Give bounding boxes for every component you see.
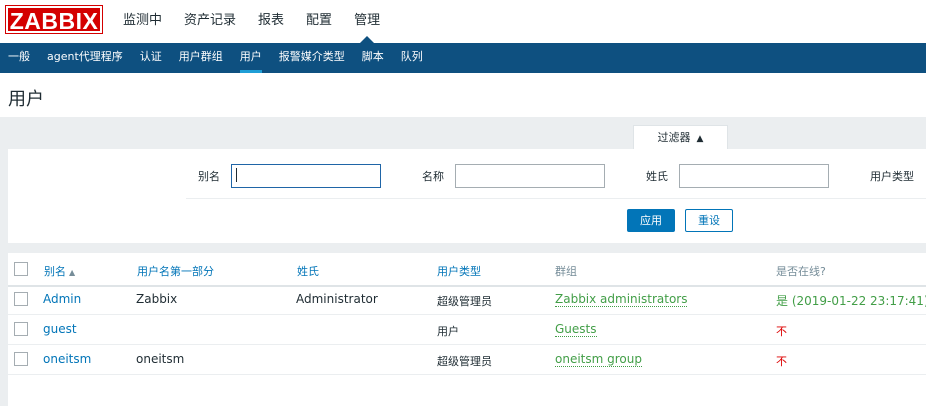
top-bar: ZABBIX 监测中 资产记录 报表 配置 管理 [0, 0, 926, 43]
sub-nav-scripts[interactable]: 脚本 [354, 43, 393, 73]
sub-nav-general[interactable]: 一般 [0, 43, 39, 73]
sub-nav: 一般 agent代理程序 认证 用户群组 用户 报警媒介类型 脚本 队列 [0, 43, 926, 73]
filter-alias-input[interactable] [231, 164, 381, 188]
sub-nav-user-groups[interactable]: 用户群组 [171, 43, 232, 73]
sort-asc-icon: ▲ [69, 268, 76, 277]
row-checkbox[interactable] [14, 292, 28, 306]
header-alias-label: 别名 [44, 265, 66, 278]
page-title: 用户 [8, 89, 44, 110]
zabbix-logo[interactable]: ZABBIX [5, 5, 103, 34]
user-alias-link[interactable]: Admin [43, 292, 81, 306]
users-table: 别名 ▲ 用户名第一部分 姓氏 用户类型 群组 是否在线? Admin Zabbi… [8, 253, 926, 406]
main-nav-monitoring[interactable]: 监测中 [112, 0, 173, 43]
sub-nav-proxies[interactable]: agent代理程序 [39, 43, 132, 73]
filter-surname-input[interactable] [679, 164, 829, 188]
user-surname: Administrator [296, 292, 378, 306]
header-surname[interactable]: 姓氏 [297, 263, 319, 279]
sub-nav-queue[interactable]: 队列 [393, 43, 432, 73]
user-alias-link[interactable]: guest [43, 322, 77, 336]
sub-nav-users[interactable]: 用户 [232, 43, 271, 73]
apply-button[interactable]: 应用 [627, 209, 675, 232]
main-nav-inventory[interactable]: 资产记录 [173, 0, 247, 43]
online-status: 是 (2019-01-22 23:17:41) [776, 294, 926, 308]
reset-button[interactable]: 重设 [685, 209, 733, 232]
user-alias-link[interactable]: oneitsm [43, 352, 91, 366]
user-name: oneitsm [136, 352, 185, 366]
row-checkbox[interactable] [14, 322, 28, 336]
user-group-link[interactable]: Zabbix administrators [555, 292, 688, 307]
user-type: 用户 [437, 325, 459, 338]
table-row: guest 用户 Guests 不 [8, 315, 926, 345]
sub-nav-authentication[interactable]: 认证 [132, 43, 171, 73]
text-caret [236, 168, 237, 182]
sub-nav-media-types[interactable]: 报警媒介类型 [271, 43, 354, 73]
user-name: Zabbix [136, 292, 178, 306]
table-row: Admin Zabbix Administrator 超级管理员 Zabbix … [8, 285, 926, 315]
filter-user-type-label: 用户类型 [870, 170, 914, 183]
user-type: 超级管理员 [437, 295, 492, 308]
page-header: 用户 [0, 73, 926, 117]
main-nav-administration[interactable]: 管理 [343, 0, 391, 43]
header-user-type[interactable]: 用户类型 [437, 263, 481, 279]
user-group-link[interactable]: oneitsm group [555, 352, 642, 367]
filter-tab[interactable]: 过滤器 ▲ [633, 125, 728, 150]
user-group-link[interactable]: Guests [555, 322, 597, 337]
filter-tab-label: 过滤器 [657, 131, 691, 144]
filter-surname-label: 姓氏 [646, 170, 668, 183]
header-online: 是否在线? [776, 265, 826, 278]
triangle-up-icon: ▲ [696, 134, 704, 144]
main-nav: 监测中 资产记录 报表 配置 管理 [112, 0, 391, 43]
filter-name-input[interactable] [455, 164, 605, 188]
main-nav-configuration[interactable]: 配置 [295, 0, 343, 43]
online-status: 不 [776, 325, 787, 338]
header-name[interactable]: 用户名第一部分 [137, 263, 214, 279]
table-row: oneitsm oneitsm 超级管理员 oneitsm group 不 [8, 345, 926, 375]
online-status: 不 [776, 355, 787, 368]
filter-name-label: 名称 [422, 170, 444, 183]
table-header-row: 别名 ▲ 用户名第一部分 姓氏 用户类型 群组 是否在线? [8, 253, 926, 287]
row-checkbox[interactable] [14, 352, 28, 366]
user-type: 超级管理员 [437, 355, 492, 368]
header-groups: 群组 [555, 265, 577, 278]
filter-divider [186, 198, 926, 199]
filter-alias-label: 别名 [198, 170, 220, 183]
main-nav-reports[interactable]: 报表 [247, 0, 295, 43]
header-alias[interactable]: 别名 ▲ [44, 263, 75, 279]
select-all-checkbox[interactable] [14, 262, 28, 276]
